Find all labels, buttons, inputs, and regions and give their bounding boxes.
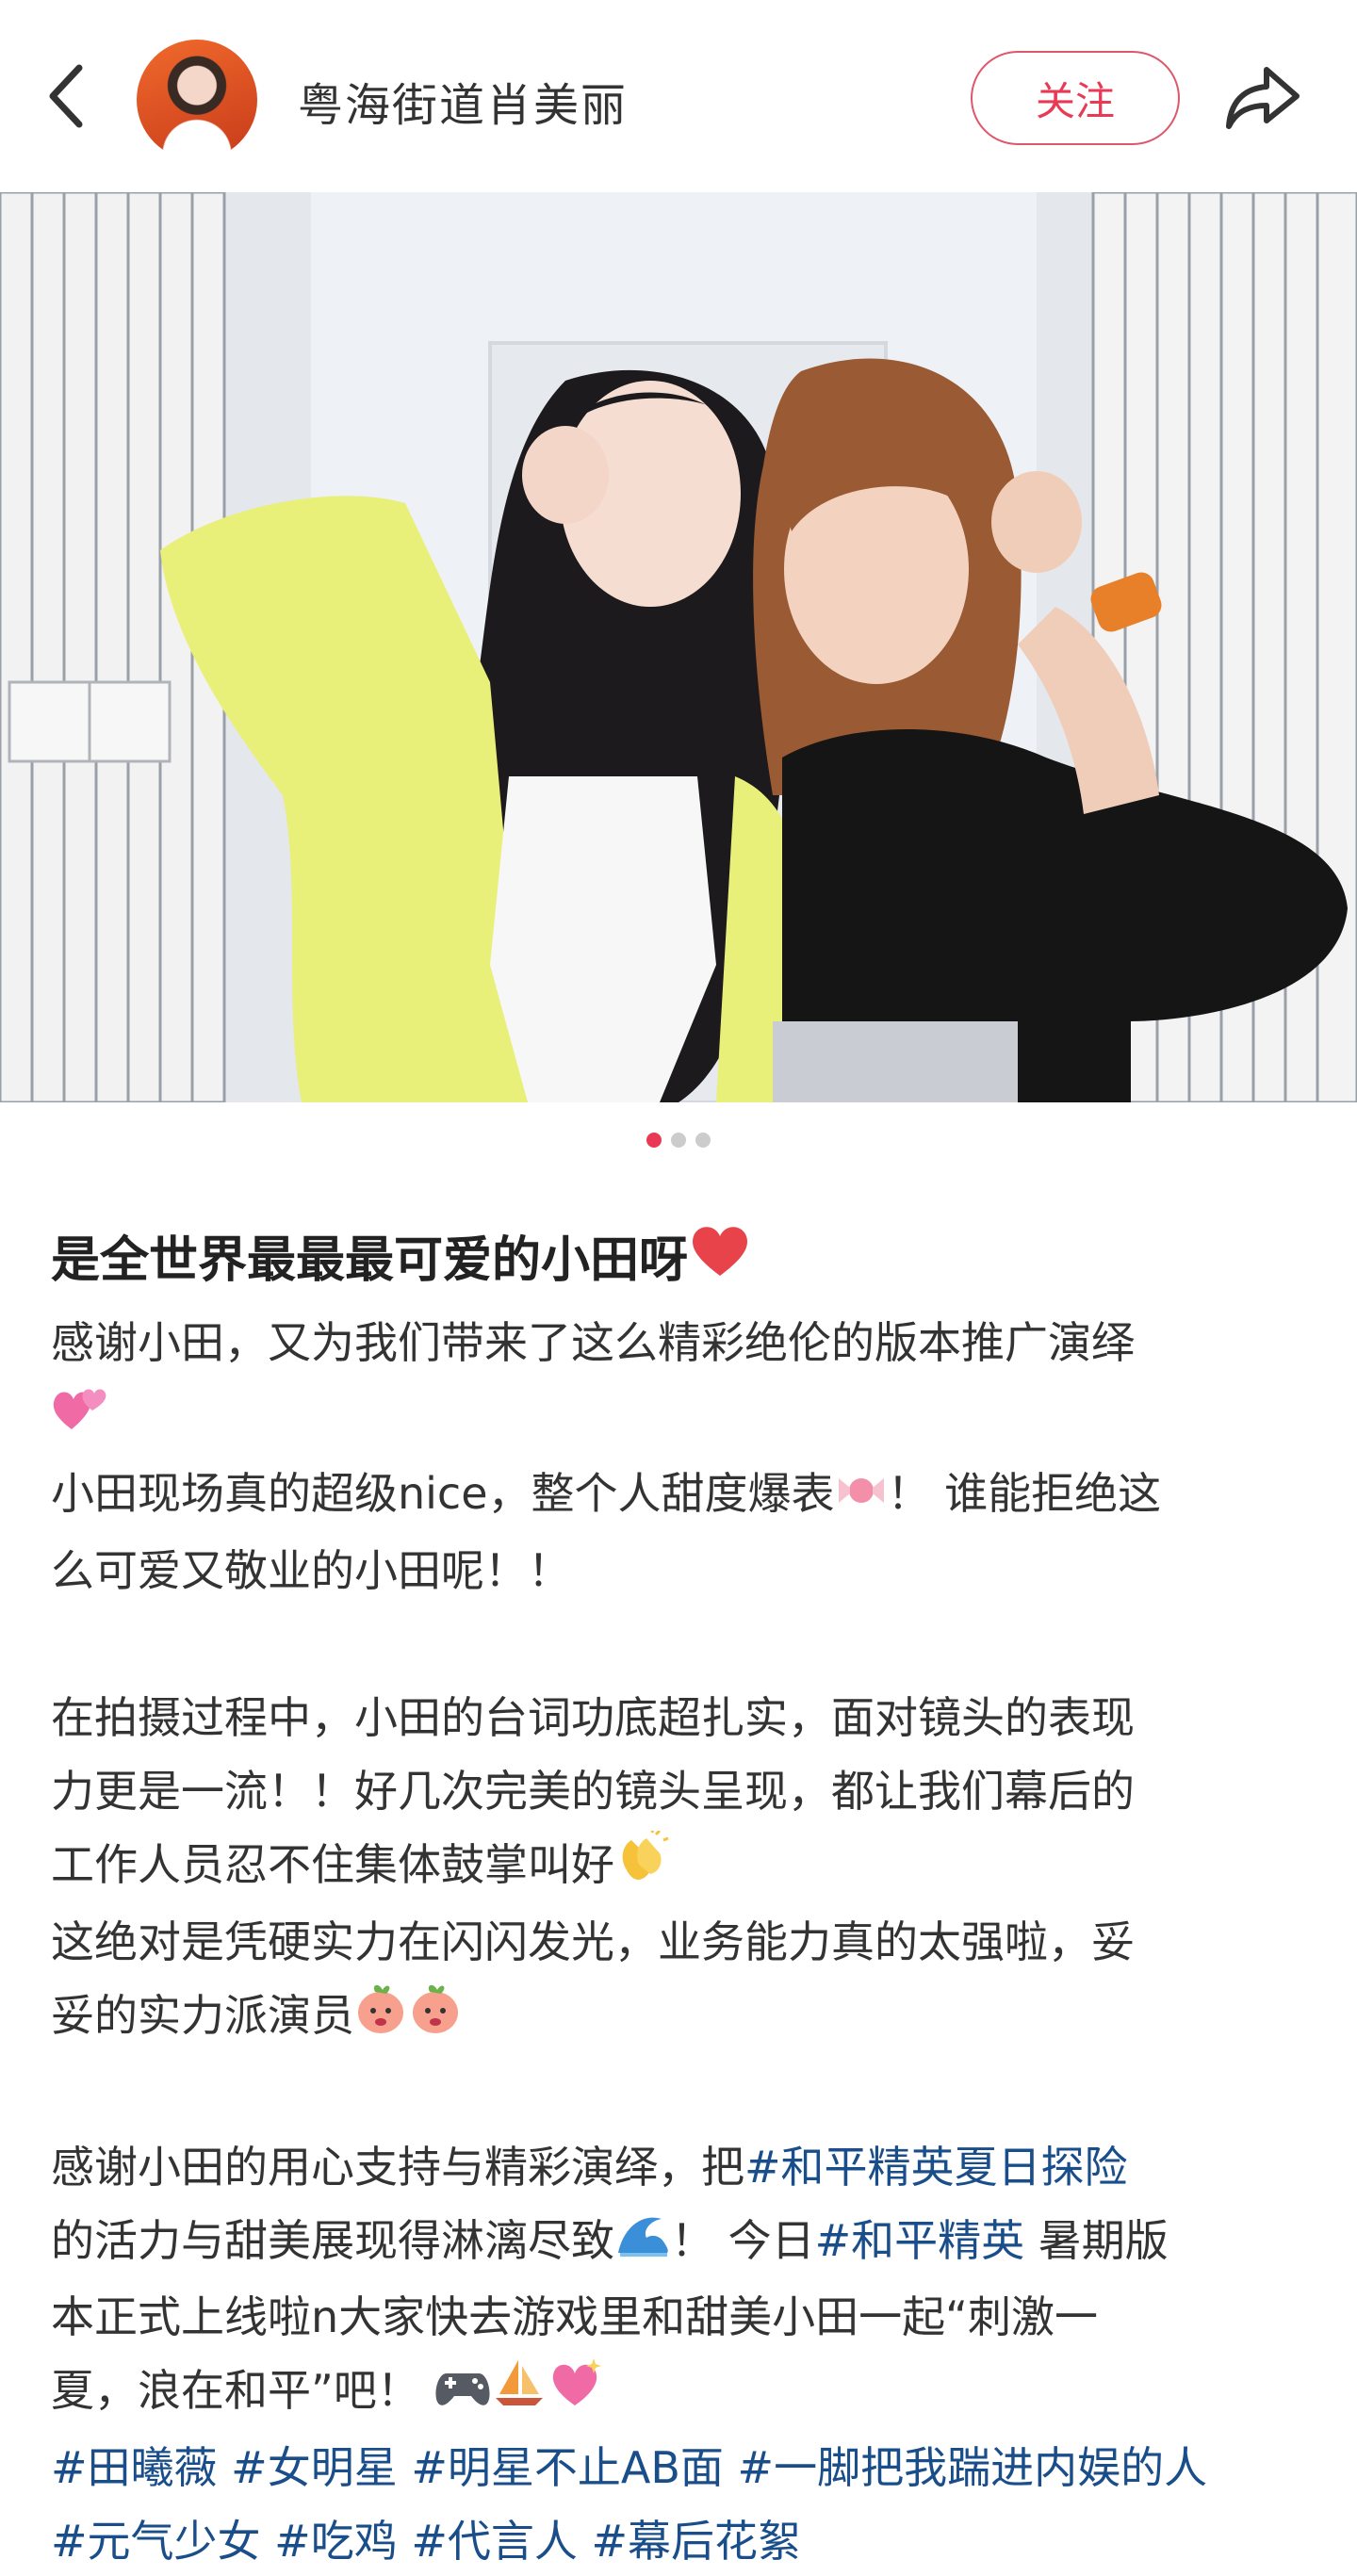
text-line: 在拍摄过程中，小田的台词功底超扎实，面对镜头的表现 bbox=[51, 1691, 1135, 1743]
text-span: 夏，浪在和平”吧！ bbox=[51, 2365, 420, 2416]
hashtag-link[interactable]: #元气少女 bbox=[51, 2516, 261, 2567]
post-title: 是全世界最最最可爱的小田呀 bbox=[51, 1215, 1314, 1306]
text-line: 的活力与甜美展现得淋漓尽致 ！ 今日#和平精英 暑期版 bbox=[51, 2204, 1314, 2281]
avatar[interactable] bbox=[137, 40, 257, 160]
post-body: 是全世界最最最可爱的小田呀 感谢小田，又为我们带来了这么精彩绝伦的版本推广演绎 … bbox=[51, 1215, 1314, 2576]
hashtag-link[interactable]: #和平精英 bbox=[815, 2215, 1025, 2266]
back-icon[interactable] bbox=[38, 58, 94, 134]
carousel-indicator bbox=[0, 1133, 1357, 1151]
red-heart-icon bbox=[688, 1218, 752, 1309]
two-hearts-icon bbox=[51, 1382, 107, 1457]
hashtag-link[interactable]: #田曦薇 bbox=[51, 2442, 218, 2493]
wave-icon bbox=[614, 2207, 671, 2280]
carousel-dot-3[interactable] bbox=[695, 1133, 711, 1148]
share-icon[interactable] bbox=[1223, 60, 1302, 136]
text-line: 么可爱又敬业的小田呢！！ bbox=[51, 1544, 571, 1596]
username[interactable]: 粤海街道肖美丽 bbox=[298, 68, 628, 134]
paragraph-3: 感谢小田的用心支持与精彩演绎，把#和平精英夏日探险 的活力与甜美展现得淋漓尽致 ！… bbox=[51, 2130, 1314, 2432]
hashtag-link[interactable]: #和平精英夏日探险 bbox=[744, 2142, 1128, 2193]
sailboat-icon bbox=[492, 2356, 547, 2431]
hashtag-link[interactable]: #代言人 bbox=[411, 2516, 578, 2567]
text-span: 工作人员忍不住集体鼓掌叫好 bbox=[51, 1838, 614, 1890]
text-span: 小田现场真的超级nice，整个人甜度爆表 bbox=[51, 1468, 835, 1519]
text-line: 感谢小田的用心支持与精彩演绎，把#和平精英夏日探险 bbox=[51, 2130, 1314, 2204]
hashtag-link[interactable]: #一脚把我踹进内娱的人 bbox=[738, 2442, 1208, 2493]
text-line: 力更是一流！！好几次完美的镜头呈现，都让我们幕后的 bbox=[51, 1765, 1135, 1817]
text-span: 的活力与甜美展现得淋漓尽致 bbox=[51, 2214, 614, 2266]
text-span: 妥的实力派演员 bbox=[51, 1989, 354, 2041]
text-line: 本正式上线啦n大家快去游戏里和甜美小田一起“刺激一 bbox=[51, 2291, 1098, 2342]
carousel-dot-2[interactable] bbox=[671, 1133, 686, 1148]
hashtag-row-2: #元气少女 #吃鸡 #代言人 #幕后花絮 bbox=[51, 2504, 1314, 2576]
paragraph-1: 感谢小田，又为我们带来了这么精彩绝伦的版本推广演绎 小田现场真的超级nice，整… bbox=[51, 1306, 1314, 1607]
text-line: 感谢小田，又为我们带来了这么精彩绝伦的版本推广演绎 bbox=[51, 1317, 1135, 1368]
sparkling-heart-icon bbox=[547, 2356, 603, 2431]
text-line: 夏，浪在和平”吧！ bbox=[51, 2354, 1314, 2431]
text-span: ！ 谁能拒绝这 bbox=[887, 1468, 1162, 1519]
clapping-hands-icon bbox=[614, 1828, 669, 1905]
game-controller-icon bbox=[433, 2357, 492, 2431]
top-bar: 粤海街道肖美丽 关注 bbox=[0, 0, 1357, 192]
hashtag-link[interactable]: #明星不止AB面 bbox=[411, 2442, 724, 2493]
hashtag-link[interactable]: #吃鸡 bbox=[274, 2516, 398, 2567]
text-span: ！ 今日 bbox=[671, 2214, 815, 2266]
text-line: 妥的实力派演员 bbox=[51, 1979, 1314, 2057]
text-line: 工作人员忍不住集体鼓掌叫好 bbox=[51, 1828, 1314, 1905]
post-photo[interactable] bbox=[0, 192, 1357, 1102]
carousel-dot-1[interactable] bbox=[646, 1133, 662, 1148]
hashtag-row-1: #田曦薇 #女明星 #明星不止AB面 #一脚把我踹进内娱的人 bbox=[51, 2431, 1314, 2504]
hashtag-link[interactable]: #幕后花絮 bbox=[592, 2516, 802, 2567]
post-title-text: 是全世界最最最可爱的小田呀 bbox=[51, 1232, 689, 1289]
peach-face-icon bbox=[354, 1981, 464, 2057]
text-line: 小田现场真的超级nice，整个人甜度爆表 ！ 谁能拒绝这 bbox=[51, 1457, 1314, 1534]
paragraph-2: 在拍摄过程中，小田的台词功底超扎实，面对镜头的表现 力更是一流！！好几次完美的镜… bbox=[51, 1681, 1314, 2057]
photo-illustration bbox=[0, 192, 1357, 1102]
text-line bbox=[51, 1379, 1314, 1457]
candy-icon bbox=[835, 1460, 888, 1534]
text-line: 这绝对是凭硬实力在闪闪发光，业务能力真的太强啦，妥 bbox=[51, 1916, 1135, 1967]
hashtag-link[interactable]: #女明星 bbox=[231, 2442, 398, 2493]
follow-button[interactable]: 关注 bbox=[971, 51, 1180, 145]
text-span: 感谢小田的用心支持与精彩演绎，把 bbox=[51, 2141, 744, 2193]
text-span: 暑期版 bbox=[1024, 2214, 1169, 2266]
